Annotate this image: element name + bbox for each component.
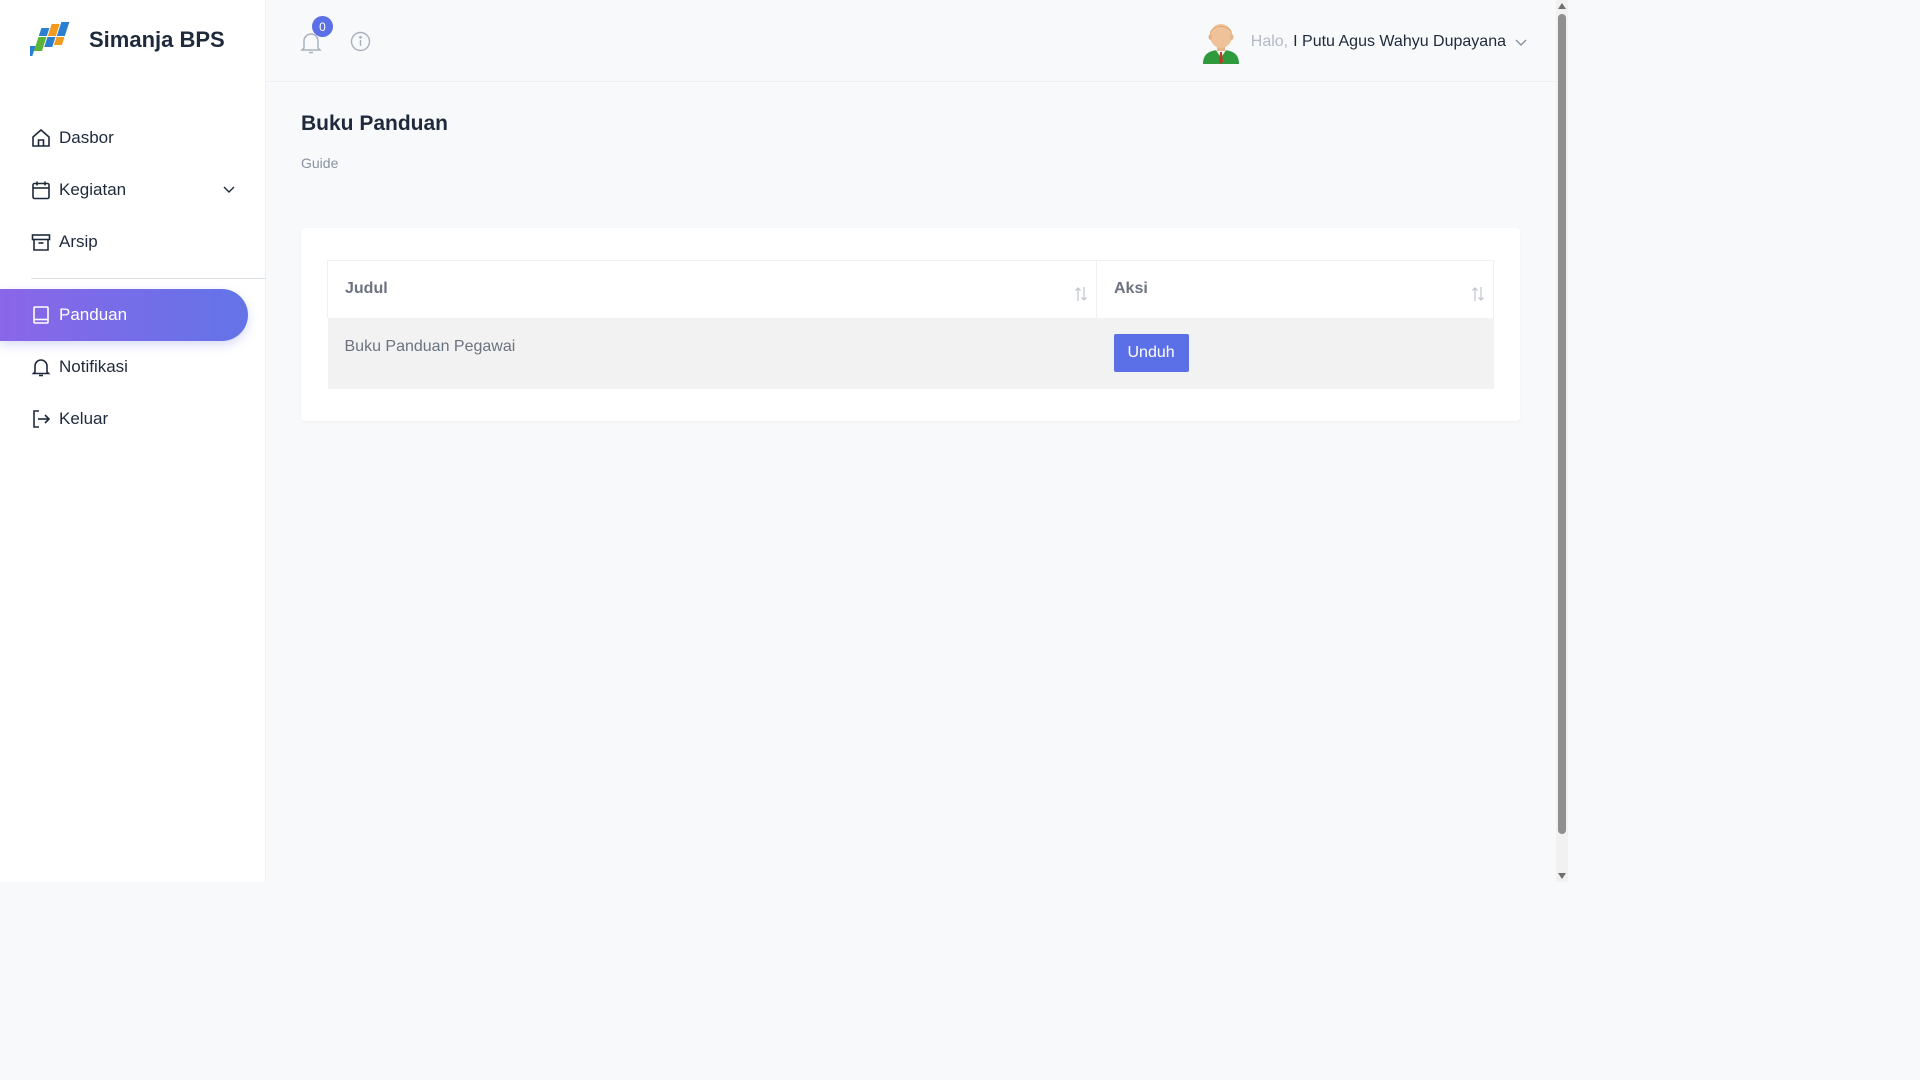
- sidebar-item-panduan[interactable]: Panduan: [0, 289, 248, 341]
- brand[interactable]: Simanja BPS: [30, 20, 225, 60]
- info-icon[interactable]: [350, 31, 371, 52]
- scroll-up-arrow-icon[interactable]: [1558, 2, 1566, 10]
- bps-logo-icon: [30, 22, 70, 56]
- sidebar-divider: [31, 278, 266, 279]
- table-row: Buku Panduan Pegawai Unduh: [327, 317, 1494, 389]
- sidebar-item-label: Notifikasi: [59, 357, 128, 376]
- guide-table-card: Judul Aksi Buku Panduan Pegawai Unduh: [301, 228, 1520, 421]
- logout-icon: [31, 409, 51, 429]
- bell-icon: [31, 357, 51, 377]
- user-name: I Putu Agus Wahyu Dupayana: [1293, 33, 1506, 50]
- sort-icon[interactable]: [1471, 285, 1485, 303]
- page-scrollbar[interactable]: [1556, 0, 1568, 882]
- download-button[interactable]: Unduh: [1113, 333, 1189, 372]
- scroll-down-arrow-icon[interactable]: [1558, 872, 1566, 880]
- column-header-label: Aksi: [1114, 280, 1148, 298]
- notification-count-badge: 0: [312, 16, 333, 37]
- sidebar-item-kegiatan[interactable]: Kegiatan: [0, 164, 266, 216]
- scroll-thumb[interactable]: [1558, 14, 1566, 834]
- table-cell-title: Buku Panduan Pegawai: [327, 317, 1097, 389]
- table-header-row: Judul Aksi: [327, 260, 1494, 318]
- chevron-down-icon[interactable]: [222, 182, 236, 196]
- calendar-icon: [31, 180, 51, 200]
- chevron-down-icon[interactable]: [1514, 35, 1528, 49]
- avatar: [1202, 24, 1239, 64]
- home-icon: [31, 128, 51, 148]
- sidebar-item-arsip[interactable]: Arsip: [0, 216, 266, 268]
- sidebar-item-label: Arsip: [59, 232, 98, 251]
- column-header-judul[interactable]: Judul: [327, 260, 1097, 318]
- sidebar-item-keluar[interactable]: Keluar: [0, 393, 266, 445]
- column-header-label: Judul: [345, 280, 388, 298]
- column-header-aksi[interactable]: Aksi: [1096, 260, 1494, 318]
- brand-name: Simanja BPS: [89, 27, 225, 52]
- sidebar: Simanja BPS Dasbor Kegiatan Arsip Pandua…: [0, 0, 266, 882]
- sidebar-item-label: Panduan: [59, 305, 128, 324]
- user-menu[interactable]: Halo, I Putu Agus Wahyu Dupayana: [1201, 20, 1528, 64]
- sidebar-item-dasbor[interactable]: Dasbor: [0, 112, 266, 164]
- sidebar-item-notifikasi[interactable]: Notifikasi: [0, 341, 266, 393]
- guide-table: Judul Aksi Buku Panduan Pegawai Unduh: [327, 260, 1494, 389]
- table-cell-action: Unduh: [1096, 317, 1494, 389]
- topbar: 0 Halo, I Putu Agus Wahyu Dupayana: [266, 0, 1556, 82]
- page-title: Buku Panduan: [301, 112, 449, 135]
- sidebar-item-label: Dasbor: [59, 128, 114, 147]
- sidebar-nav: Dasbor Kegiatan Arsip Panduan Notifikasi…: [0, 112, 266, 445]
- archive-icon: [31, 232, 51, 252]
- sidebar-item-label: Kegiatan: [59, 180, 127, 199]
- sort-icon[interactable]: [1074, 285, 1088, 303]
- book-icon: [31, 305, 51, 325]
- greeting-text: Halo,: [1250, 33, 1289, 50]
- sidebar-item-label: Keluar: [59, 409, 109, 428]
- breadcrumb: Guide: [301, 155, 339, 171]
